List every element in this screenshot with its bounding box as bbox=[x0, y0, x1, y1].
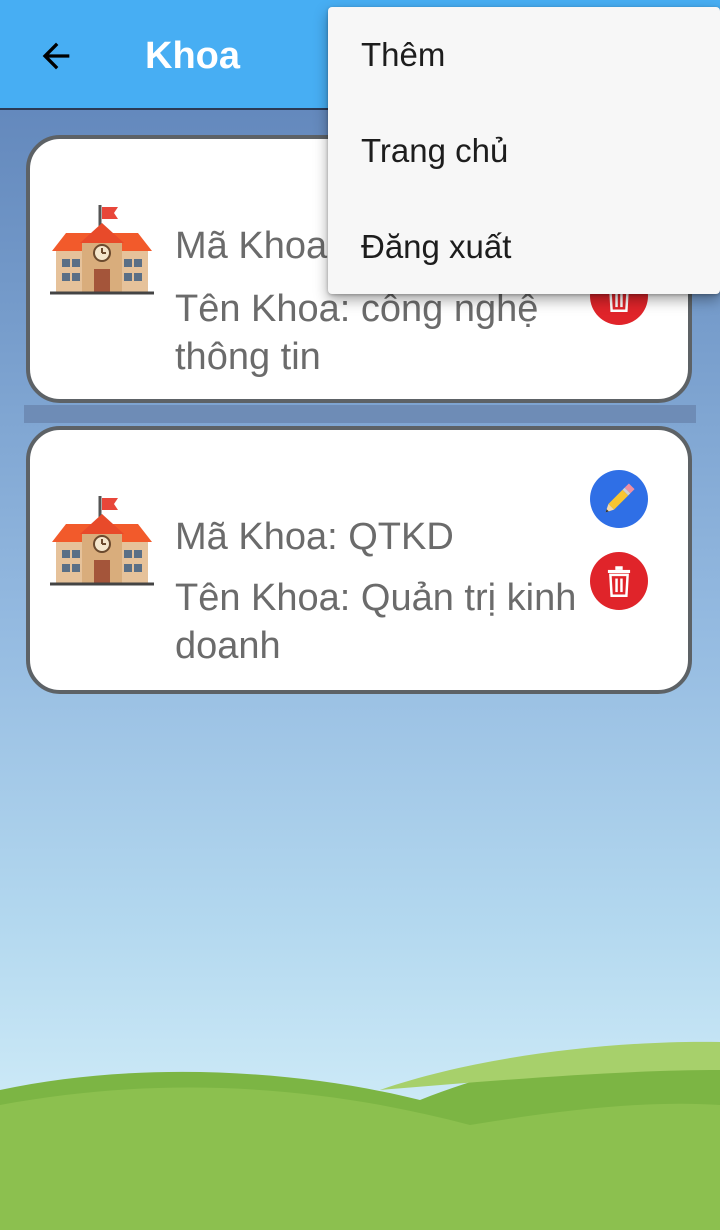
school-icon bbox=[50, 496, 154, 586]
overflow-menu: Thêm Trang chủ Đăng xuất bbox=[328, 7, 720, 294]
menu-item-home[interactable]: Trang chủ bbox=[328, 103, 720, 199]
edit-button[interactable] bbox=[590, 470, 648, 528]
faculty-name: Tên Khoa: Quản trị kinh doanh bbox=[175, 577, 577, 667]
app-screen: Khoa Mã Khoa Tên Khoa: công nghệ thông t… bbox=[0, 0, 720, 1230]
faculty-code: Mã Khoa bbox=[175, 225, 328, 267]
page-title: Khoa bbox=[145, 35, 240, 77]
faculty-card[interactable]: Mã Khoa: QTKD Tên Khoa: Quản trị kinh do… bbox=[26, 426, 692, 694]
back-button[interactable] bbox=[30, 30, 82, 82]
delete-button[interactable] bbox=[590, 552, 648, 610]
faculty-name: Tên Khoa: công nghệ thông tin bbox=[175, 288, 539, 378]
hills-background bbox=[0, 1041, 720, 1230]
menu-item-logout[interactable]: Đăng xuất bbox=[328, 199, 720, 295]
list-divider bbox=[24, 405, 696, 423]
school-icon bbox=[50, 205, 154, 295]
arrow-left-icon bbox=[42, 42, 70, 70]
menu-item-add[interactable]: Thêm bbox=[328, 7, 720, 103]
pencil-icon bbox=[605, 483, 635, 513]
trash-icon bbox=[607, 566, 631, 597]
faculty-code: Mã Khoa: QTKD bbox=[175, 516, 454, 558]
